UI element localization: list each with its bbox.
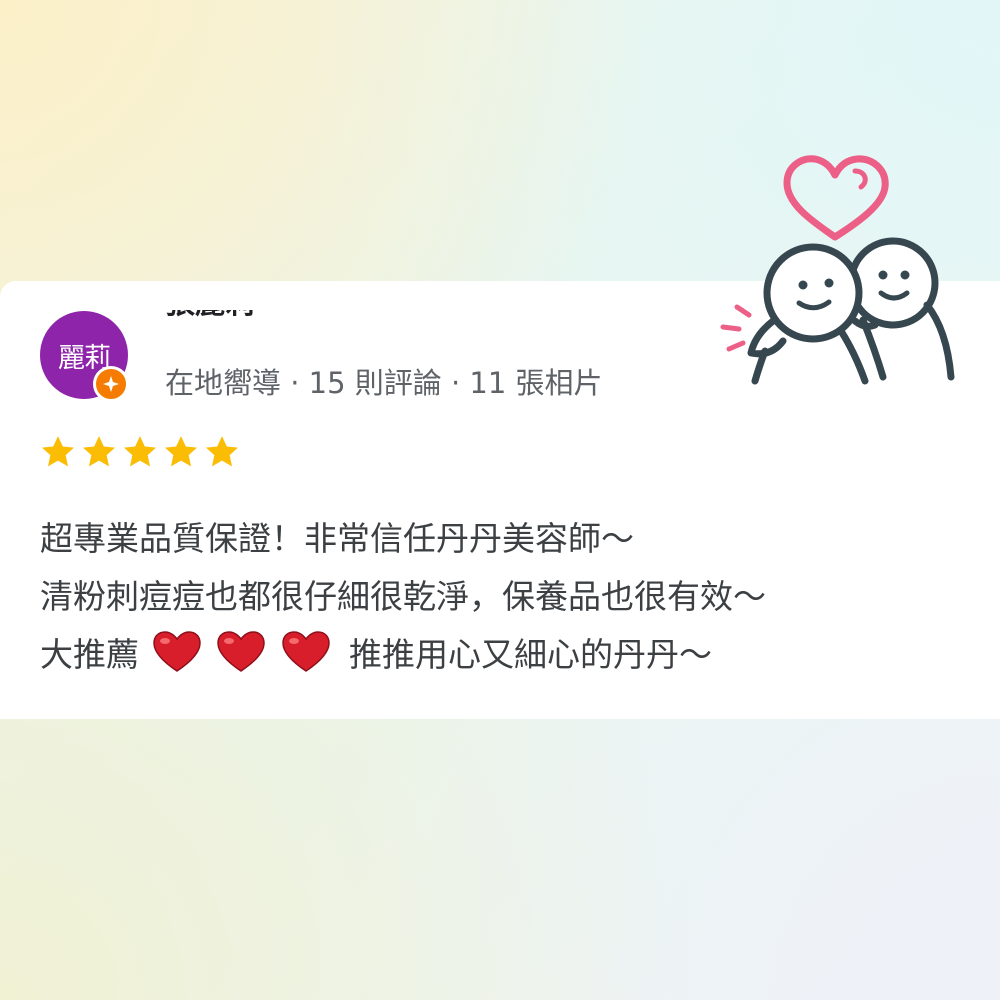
review-line-2: 清粉刺痘痘也都很仔細很乾淨，保養品也很有效～ — [40, 577, 766, 616]
review-line-1: 超專業品質保證！非常信任丹丹美容師～ — [40, 519, 634, 558]
review-text: 超專業品質保證！非常信任丹丹美容師～ 清粉刺痘痘也都很仔細很乾淨，保養品也很有效… — [40, 510, 980, 684]
local-guide-icon — [93, 366, 129, 402]
red-heart-icon — [152, 631, 201, 672]
star-icon — [42, 436, 74, 467]
star-icon — [206, 436, 238, 467]
reviewer-meta: 在地嚮導 · 15 則評論 · 11 張相片 — [165, 366, 603, 400]
red-heart-icon — [217, 631, 265, 672]
red-heart-icon — [281, 631, 330, 672]
star-icon — [83, 436, 115, 467]
review-line-3: 大推薦 推推用心又細心的丹丹～ — [40, 626, 980, 684]
star-icon — [165, 436, 197, 467]
review-line-3-end: 推推用心又細心的丹丹～ — [349, 635, 712, 674]
review-line-3-start: 大推薦 — [40, 635, 139, 674]
hugging-friends-illustration — [720, 155, 955, 385]
star-rating — [38, 432, 242, 472]
star-icon — [124, 436, 156, 467]
reviewer-name[interactable]: 張麗莉 — [165, 310, 255, 346]
